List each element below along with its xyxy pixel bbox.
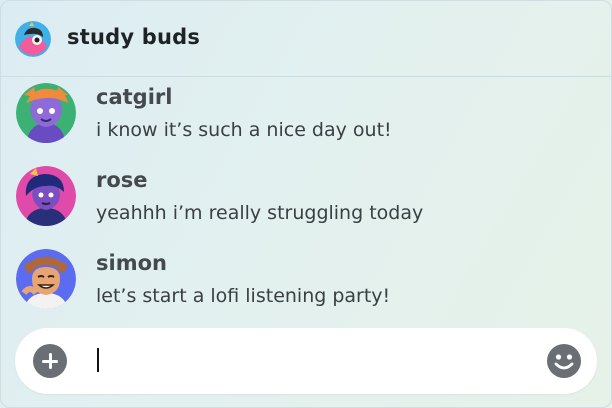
- message-author[interactable]: rose: [96, 168, 148, 192]
- message-item: simon let’s start a lofi listening party…: [1, 249, 611, 329]
- chat-window: study buds catgirl i know it’s such a ni…: [0, 0, 612, 408]
- message-composer: [15, 328, 597, 394]
- message-text: yeahhh i’m really struggling today: [96, 202, 424, 224]
- group-avatar-icon[interactable]: [15, 21, 51, 57]
- simon-avatar[interactable]: [16, 249, 76, 309]
- message-text: i know it’s such a nice day out!: [96, 119, 392, 141]
- plus-circle-icon[interactable]: [33, 344, 67, 378]
- message-author[interactable]: catgirl: [96, 85, 172, 109]
- catgirl-avatar[interactable]: [16, 83, 76, 143]
- message-input[interactable]: [91, 342, 531, 380]
- chat-header: study buds: [1, 1, 611, 77]
- message-text: let’s start a lofi listening party!: [96, 285, 391, 307]
- text-caret: [97, 348, 99, 372]
- message-item: catgirl i know it’s such a nice day out!: [1, 83, 611, 163]
- emoji-smile-icon[interactable]: [547, 344, 581, 378]
- group-title: study buds: [67, 25, 201, 49]
- message-author[interactable]: simon: [96, 251, 167, 275]
- message-item: rose yeahhh i’m really struggling today: [1, 166, 611, 246]
- rose-avatar[interactable]: [16, 166, 76, 226]
